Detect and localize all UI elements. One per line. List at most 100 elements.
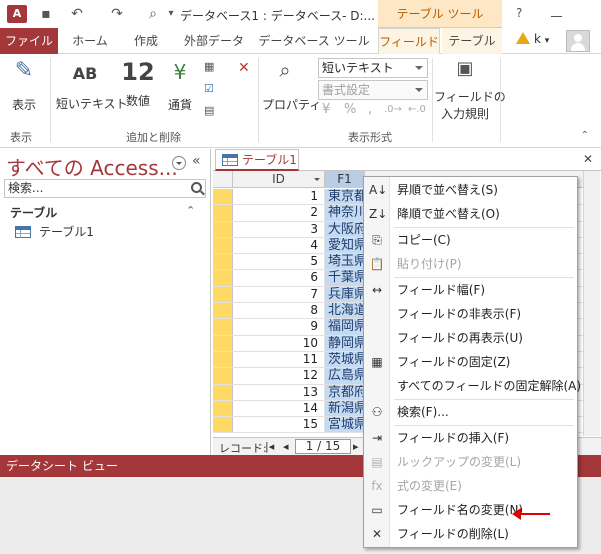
cell-id[interactable]: 15	[233, 417, 325, 433]
menu-item-delete-field[interactable]: ✕ フィールドの削除(L)	[364, 523, 577, 545]
cell-id[interactable]: 2	[233, 205, 325, 221]
delete-field-icon[interactable]: ✕	[238, 60, 252, 76]
nav-item-table1[interactable]: テーブル1	[15, 223, 94, 240]
cell-f1[interactable]: 新潟県	[325, 400, 365, 417]
chevron-down-icon[interactable]	[314, 178, 320, 181]
menu-item-freeze-field[interactable]: ▦ フィールドの固定(Z)	[364, 351, 577, 373]
avatar[interactable]	[566, 30, 590, 52]
row-selector[interactable]	[213, 205, 233, 221]
previous-record-icon[interactable]: ◂	[283, 440, 289, 453]
cell-f1[interactable]: 宮城県	[325, 417, 365, 433]
short-text-button[interactable]: AB 短いテキスト	[56, 64, 128, 112]
collapse-ribbon-icon[interactable]: ⌃	[581, 130, 589, 141]
currency-button[interactable]: ¥ 通貨	[162, 60, 198, 113]
row-selector[interactable]	[213, 270, 233, 286]
row-selector[interactable]	[213, 221, 233, 237]
chevron-up-icon[interactable]: ⌃	[186, 204, 195, 217]
cell-f1[interactable]: 神奈川	[325, 205, 365, 221]
vertical-scrollbar[interactable]	[583, 171, 600, 436]
close-icon[interactable]: ✕	[583, 152, 593, 166]
menu-item-insert-field[interactable]: ⇥ フィールドの挿入(F)	[364, 427, 577, 449]
row-selector[interactable]	[213, 303, 233, 319]
comma-format-button[interactable]: ,	[368, 102, 372, 117]
date-time-icon[interactable]: ▦	[204, 60, 218, 74]
menu-item-unhide-field[interactable]: フィールドの再表示(U)	[364, 327, 577, 349]
nav-menu-dropdown-icon[interactable]	[172, 156, 186, 170]
validation-button[interactable]: ▣ フィールドの 入力規則	[434, 58, 506, 122]
menu-item-copy[interactable]: ⎘ コピー(C)	[364, 229, 577, 251]
tab-fields[interactable]: フィールド	[378, 28, 440, 55]
minimize-button[interactable]	[548, 4, 566, 22]
cell-id[interactable]: 3	[233, 221, 325, 237]
undo-icon[interactable]: ↶	[68, 5, 86, 23]
tab-database-tools[interactable]: データベース ツール	[254, 28, 374, 54]
view-button[interactable]: ✎ 表示	[6, 58, 42, 113]
number-button[interactable]: 12 数値	[120, 58, 156, 109]
cell-f1[interactable]: 静岡県	[325, 335, 365, 351]
cell-f1[interactable]: 愛知県	[325, 237, 365, 254]
tab-external-data[interactable]: 外部データ	[174, 28, 254, 54]
menu-item-hide-field[interactable]: フィールドの非表示(F)	[364, 303, 577, 325]
row-selector[interactable]	[213, 286, 233, 303]
user-account[interactable]: k ▾	[516, 32, 549, 46]
tab-create[interactable]: 作成	[118, 28, 174, 54]
cell-f1[interactable]: 埼玉県	[325, 254, 365, 270]
menu-item-rename-field[interactable]: ▭ フィールド名の変更(N)	[364, 499, 577, 521]
menu-item-unfreeze-all[interactable]: すべてのフィールドの固定解除(A)	[364, 375, 581, 397]
row-selector[interactable]	[213, 351, 233, 368]
shutter-bar-close-icon[interactable]: «	[192, 153, 201, 169]
menu-item-find[interactable]: ⚇ 検索(F)...	[364, 401, 577, 423]
cell-f1[interactable]: 東京都	[325, 189, 365, 205]
tab-file[interactable]: ファイル	[0, 28, 58, 54]
cell-id[interactable]: 8	[233, 303, 325, 319]
row-selector[interactable]	[213, 335, 233, 351]
cell-f1[interactable]: 福岡県	[325, 319, 365, 335]
cell-id[interactable]: 11	[233, 351, 325, 368]
properties-button[interactable]: ⌕ プロパティ	[262, 58, 321, 113]
nav-search-input[interactable]: 検索...	[4, 179, 206, 198]
cell-f1[interactable]: 北海道	[325, 303, 365, 319]
column-header-f1[interactable]: F1	[325, 171, 365, 188]
cell-id[interactable]: 6	[233, 270, 325, 286]
cell-f1[interactable]: 京都府	[325, 384, 365, 400]
datatype-select[interactable]: 短いテキスト	[318, 58, 428, 78]
row-selector[interactable]	[213, 189, 233, 205]
row-selector[interactable]	[213, 319, 233, 335]
row-selector[interactable]	[213, 254, 233, 270]
record-position-input[interactable]: 1 / 15	[295, 439, 351, 454]
cell-f1[interactable]: 広島県	[325, 368, 365, 384]
more-fields-icon[interactable]: ▤	[204, 104, 218, 118]
next-record-icon[interactable]: ▸	[353, 440, 359, 453]
cell-id[interactable]: 12	[233, 368, 325, 384]
cell-f1[interactable]: 千葉県	[325, 270, 365, 286]
print-preview-icon[interactable]: ⌕	[144, 5, 162, 23]
percent-format-button[interactable]: %	[344, 102, 356, 117]
menu-item-sort-descending[interactable]: Z↓ 降順で並べ替え(O)	[364, 203, 577, 225]
menu-item-sort-ascending[interactable]: A↓ 昇順で並べ替え(S)	[364, 179, 577, 201]
cell-id[interactable]: 9	[233, 319, 325, 335]
search-icon[interactable]	[191, 182, 202, 193]
redo-icon[interactable]: ↷	[108, 5, 126, 23]
cell-f1[interactable]: 兵庫県	[325, 286, 365, 303]
yes-no-icon[interactable]: ☑	[204, 82, 218, 96]
cell-id[interactable]: 4	[233, 237, 325, 254]
menu-item-field-width[interactable]: ↔ フィールド幅(F)	[364, 279, 577, 301]
row-selector[interactable]	[213, 384, 233, 400]
currency-format-icon[interactable]: ¥	[322, 102, 330, 117]
save-icon[interactable]: ▪	[37, 5, 55, 23]
cell-id[interactable]: 10	[233, 335, 325, 351]
customize-toolbar-icon[interactable]: ▾	[162, 5, 180, 23]
format-select[interactable]: 書式設定	[318, 80, 428, 100]
cell-f1[interactable]: 茨城県	[325, 351, 365, 368]
tab-home[interactable]: ホーム	[62, 28, 118, 54]
row-selector[interactable]	[213, 400, 233, 417]
column-header-id[interactable]: ID	[233, 171, 325, 188]
row-selector[interactable]	[213, 417, 233, 433]
select-all-cell[interactable]	[213, 171, 233, 188]
cell-id[interactable]: 14	[233, 400, 325, 417]
nav-pane-title[interactable]: すべての Access...	[6, 152, 178, 181]
row-selector[interactable]	[213, 237, 233, 254]
cell-id[interactable]: 13	[233, 384, 325, 400]
increase-decimals-icon[interactable]: .0→	[384, 104, 402, 115]
cell-id[interactable]: 1	[233, 189, 325, 205]
